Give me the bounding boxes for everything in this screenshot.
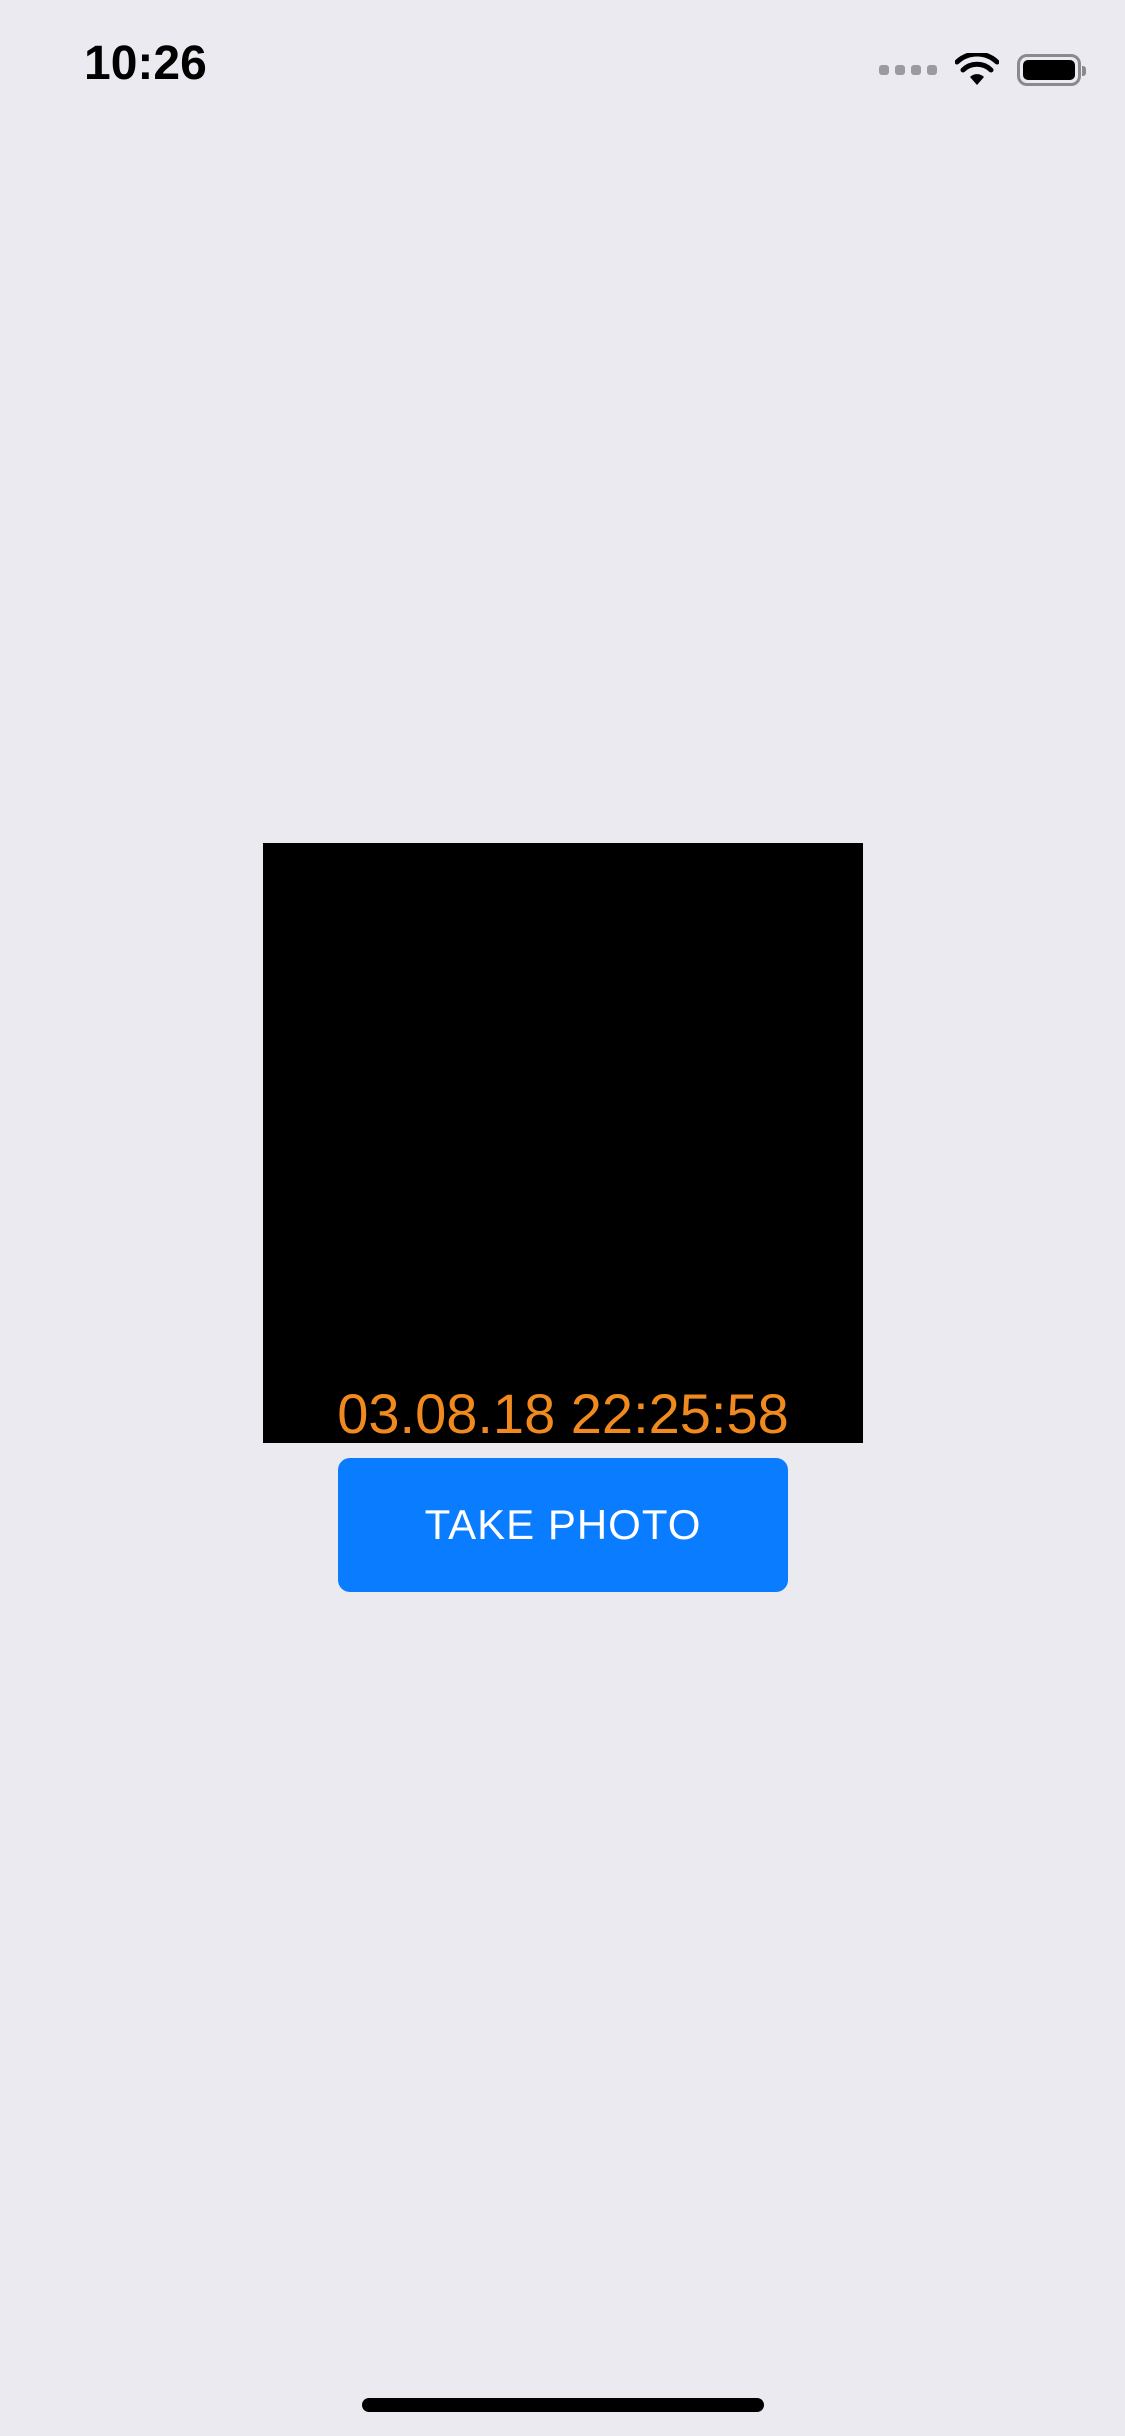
camera-preview: 03.08.18 22:25:58 xyxy=(263,843,863,1443)
battery-icon xyxy=(1017,54,1086,86)
cellular-signal-icon xyxy=(879,65,937,75)
wifi-icon xyxy=(955,53,999,85)
status-icons xyxy=(879,50,1086,90)
photo-timestamp: 03.08.18 22:25:58 xyxy=(337,1382,789,1445)
home-indicator[interactable] xyxy=(362,2398,764,2412)
status-time: 10:26 xyxy=(84,37,207,90)
take-photo-button[interactable]: TAKE PHOTO xyxy=(338,1458,788,1592)
